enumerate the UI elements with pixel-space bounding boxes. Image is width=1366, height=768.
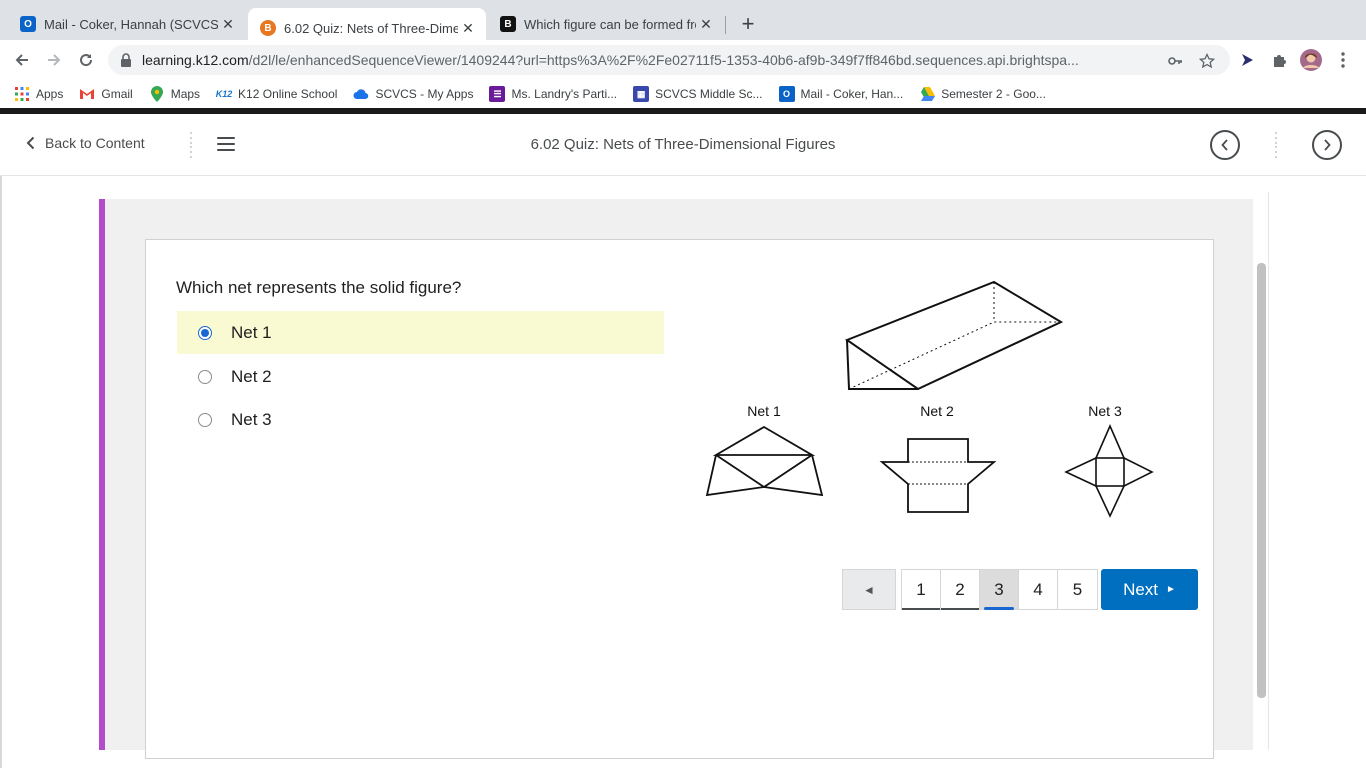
question-pagination: 1 2 3 4 5 [901, 569, 1098, 610]
outlook-icon: O [20, 16, 36, 32]
profile-avatar[interactable] [1300, 49, 1322, 71]
cloud-icon [353, 86, 369, 102]
page-button-4[interactable]: 4 [1019, 570, 1058, 609]
tab-title: 6.02 Quiz: Nets of Three-Dime [284, 20, 458, 36]
net-1-caption: Net 1 [747, 403, 781, 419]
bookmark-maps[interactable]: Maps [149, 86, 200, 102]
page-button-5[interactable]: 5 [1058, 570, 1097, 609]
close-icon[interactable]: ✕ [218, 14, 238, 34]
net-1-drawing [705, 425, 824, 497]
url-text: learning.k12.com/d2l/le/enhancedSequence… [142, 52, 1152, 68]
triangle-left-icon: ◄ [863, 582, 875, 597]
new-tab-plus-icon[interactable]: + [736, 13, 760, 37]
bookmark-label: K12 Online School [238, 87, 338, 101]
question-text: Which net represents the solid figure? [176, 278, 462, 297]
back-arrow-icon[interactable] [8, 46, 36, 74]
bookmark-label: Semester 2 - Goo... [941, 87, 1046, 101]
outlook-icon: O [778, 86, 795, 102]
right-border [1268, 192, 1269, 750]
radio-button-selected[interactable] [198, 325, 212, 340]
bookmark-apps[interactable]: Apps [14, 86, 63, 102]
bookmark-gmail[interactable]: Gmail [79, 86, 133, 102]
left-border [0, 176, 2, 768]
radio-button[interactable] [198, 369, 212, 384]
k12-icon: K12 [215, 89, 233, 99]
list-icon: ☰ [489, 86, 506, 102]
option-label: Net 2 [231, 366, 272, 386]
address-bar[interactable]: learning.k12.com/d2l/le/enhancedSequence… [108, 45, 1230, 75]
bookmark-landry[interactable]: ☰ Ms. Landry's Parti... [489, 86, 617, 102]
previous-topic-button[interactable] [1210, 130, 1240, 160]
lock-icon [121, 53, 131, 67]
bookmark-k12[interactable]: K12 K12 Online School [215, 86, 338, 102]
net-3-drawing [1064, 424, 1154, 518]
calendar-icon: ▦ [633, 86, 650, 102]
apps-grid-icon [14, 86, 30, 102]
triangular-prism-drawing [844, 280, 1064, 391]
answer-option-net-1[interactable]: Net 1 [177, 311, 664, 354]
option-label: Net 1 [231, 322, 272, 342]
browser-toolbar: learning.k12.com/d2l/le/enhancedSequence… [0, 40, 1366, 80]
next-topic-button[interactable] [1312, 130, 1342, 160]
tab-title: Mail - Coker, Hannah (SCVCS S [44, 16, 218, 32]
tab-separator [725, 16, 726, 34]
forward-arrow-icon[interactable] [40, 46, 68, 74]
maps-icon [149, 86, 165, 102]
content-nav-bar: Back to Content 6.02 Quiz: Nets of Three… [0, 114, 1366, 176]
browser-tab-mail[interactable]: O Mail - Coker, Hannah (SCVCS S ✕ [8, 8, 246, 40]
nav-divider [1274, 132, 1278, 158]
radio-button[interactable] [198, 412, 212, 427]
brainly-icon: B [500, 16, 516, 32]
bookmark-label: Mail - Coker, Han... [800, 87, 904, 101]
answer-option-net-2[interactable]: Net 2 [177, 355, 664, 398]
scrollbar-thumb[interactable] [1257, 263, 1266, 698]
chevron-left-icon [1221, 139, 1228, 151]
page-button-1[interactable]: 1 [902, 570, 941, 610]
net-2-drawing [879, 438, 997, 513]
brightspace-icon: B [260, 20, 276, 36]
net-2-caption: Net 2 [920, 403, 954, 419]
bookmark-label: SCVCS - My Apps [375, 87, 474, 101]
cursor-extension-icon[interactable] [1237, 50, 1257, 70]
bookmark-scvcs-middle[interactable]: ▦ SCVCS Middle Sc... [633, 86, 763, 102]
bookmark-mail[interactable]: O Mail - Coker, Han... [778, 86, 904, 102]
page-button-3[interactable]: 3 [980, 570, 1019, 610]
star-bookmark-icon[interactable] [1198, 52, 1216, 70]
bookmark-semester[interactable]: Semester 2 - Goo... [919, 86, 1046, 102]
bookmark-label: Maps [170, 87, 201, 101]
chrome-menu-icon[interactable] [1333, 50, 1353, 70]
net-3-caption: Net 3 [1088, 403, 1122, 419]
bookmark-label: SCVCS Middle Sc... [655, 87, 763, 101]
reload-icon[interactable] [72, 46, 100, 74]
previous-question-button[interactable]: ◄ [842, 569, 896, 610]
bookmark-scvcs-apps[interactable]: SCVCS - My Apps [353, 86, 473, 102]
bookmark-label: Gmail [101, 87, 133, 101]
triangle-right-icon: ► [1166, 584, 1176, 595]
next-question-button[interactable]: Next ► [1101, 569, 1198, 610]
close-icon[interactable]: ✕ [458, 18, 478, 38]
puzzle-extensions-icon[interactable] [1269, 50, 1289, 70]
next-label: Next [1123, 579, 1159, 599]
page-title: 6.02 Quiz: Nets of Three-Dimensional Fig… [530, 136, 836, 153]
close-icon[interactable]: ✕ [696, 14, 716, 34]
tab-title: Which figure can be formed fro [524, 16, 696, 32]
option-label: Net 3 [231, 409, 272, 429]
bookmark-label: Apps [36, 87, 64, 101]
prism-and-nets-figure: Net 1 Net 2 Net 3 [705, 280, 1154, 518]
key-icon[interactable] [1166, 52, 1184, 70]
page-button-2[interactable]: 2 [941, 570, 980, 610]
bookmarks-bar: Apps Gmail Maps K12 K12 Online School SC… [0, 80, 1366, 108]
browser-tab-brainly[interactable]: B Which figure can be formed fro ✕ [488, 8, 724, 40]
url-path: /d2l/le/enhancedSequenceViewer/1409244?u… [248, 52, 1079, 68]
drive-icon [919, 86, 936, 102]
gmail-icon [79, 86, 95, 102]
question-card: Which net represents the solid figure? N… [145, 239, 1214, 759]
bookmark-label: Ms. Landry's Parti... [511, 87, 618, 101]
url-host: learning.k12.com [142, 52, 249, 68]
chevron-right-icon [1324, 139, 1331, 151]
answer-option-net-3[interactable]: Net 3 [177, 398, 664, 441]
